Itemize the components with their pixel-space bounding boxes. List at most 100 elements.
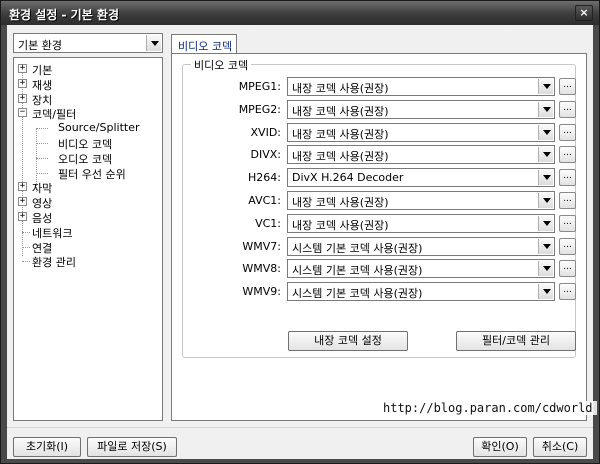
expand-icon[interactable]: +: [18, 64, 27, 73]
expand-icon[interactable]: +: [18, 197, 27, 207]
tree-connector: [36, 128, 48, 130]
codec-select[interactable]: 내장 코덱 사용(권장): [287, 99, 555, 119]
footer-divider: [7, 427, 593, 428]
close-icon: ×: [579, 6, 589, 19]
chevron-down-icon[interactable]: [538, 284, 553, 300]
codec-options-button[interactable]: ...: [559, 260, 576, 278]
codec-label: WMV8:: [242, 262, 281, 276]
tree-connector: [22, 231, 30, 233]
preset-combo-value: 기본 환경: [18, 39, 62, 52]
chevron-down-icon[interactable]: [538, 170, 553, 186]
codec-label: VC1:: [255, 216, 281, 230]
codec-select[interactable]: 시스템 기본 코덱 사용(권장): [287, 236, 555, 256]
tree-item-label: 기본: [32, 64, 53, 77]
settings-window: 환경 설정 - 기본 환경 × 기본 환경 + 기본 + 재생 + 장치 − 코덱/필터 Sou…: [0, 0, 600, 464]
codec-select[interactable]: 내장 코덱 사용(권장): [287, 122, 555, 142]
cancel-button[interactable]: 취소(C): [533, 437, 587, 457]
filter-codec-manage-label: 필터/코덱 관리: [482, 334, 550, 347]
ok-label: 확인(O): [481, 440, 519, 453]
codec-select-value: 시스템 기본 코덱 사용(권장): [292, 287, 423, 301]
builtin-codec-settings-label: 내장 코덱 설정: [314, 334, 382, 347]
codec-select-value: 내장 코덱 사용(권장): [292, 104, 389, 118]
codec-label: H264:: [248, 171, 281, 185]
codec-select-value: DivX H.264 Decoder: [292, 171, 404, 185]
codec-options-button[interactable]: ...: [559, 123, 576, 141]
codec-options-button[interactable]: ...: [559, 237, 576, 255]
group-title: 비디오 코덱: [191, 57, 252, 73]
codec-options-button[interactable]: ...: [559, 283, 576, 301]
codec-options-button[interactable]: ...: [559, 146, 576, 164]
ok-button[interactable]: 확인(O): [473, 437, 527, 457]
chevron-down-icon[interactable]: [538, 124, 553, 140]
codec-options-button[interactable]: ...: [559, 78, 576, 95]
settings-tree[interactable]: + 기본 + 재생 + 장치 − 코덱/필터 Source/Splitter 비디오 코덱 오디오 …: [13, 57, 163, 421]
tree-item-label: 자막: [32, 182, 53, 196]
tree-connector: [36, 172, 48, 174]
dialog-client-area: 기본 환경 + 기본 + 재생 + 장치 − 코덱/필터 Source/Splitter 비디오 …: [7, 25, 597, 459]
builtin-codec-settings-button[interactable]: 내장 코덱 설정: [288, 331, 408, 351]
save-to-file-label: 파일로 저장(S): [97, 440, 167, 453]
codec-select-value: 시스템 기본 코덱 사용(권장): [292, 241, 423, 255]
codec-select[interactable]: 시스템 기본 코덱 사용(권장): [287, 259, 555, 279]
codec-label: MPEG2:: [238, 102, 281, 116]
codec-options-button[interactable]: ...: [559, 192, 576, 209]
tree-connector: [22, 246, 30, 248]
tab-video-codec[interactable]: 비디오 코덱: [171, 34, 237, 54]
tree-item-label: 재생: [32, 78, 53, 92]
expand-icon[interactable]: +: [18, 78, 27, 88]
collapse-icon[interactable]: −: [18, 108, 27, 118]
chevron-down-icon[interactable]: [538, 193, 553, 208]
tab-panel: 비디오 코덱 MPEG1: 내장 코덱 사용(권장)... MPEG2: 내장 코덱 …: [171, 53, 587, 421]
chevron-down-icon[interactable]: [538, 215, 553, 231]
title-bar[interactable]: 환경 설정 - 기본 환경 ×: [1, 1, 599, 25]
codec-label: DIVX:: [250, 148, 281, 162]
codec-select[interactable]: 내장 코덱 사용(권장): [287, 145, 555, 165]
expand-icon[interactable]: +: [18, 212, 27, 221]
chevron-down-icon[interactable]: [538, 101, 553, 117]
video-codec-group: 비디오 코덱 MPEG1: 내장 코덱 사용(권장)... MPEG2: 내장 코덱 …: [182, 57, 576, 358]
codec-options-button[interactable]: ...: [559, 100, 576, 118]
chevron-down-icon[interactable]: [538, 79, 553, 94]
tree-item-label: 오디오 코덱: [58, 152, 113, 166]
reset-label: 초기화(I): [25, 440, 69, 453]
chevron-down-icon[interactable]: [538, 261, 553, 277]
codec-select-value: 내장 코덱 사용(권장): [292, 218, 389, 232]
tree-item-label: 장치: [32, 93, 53, 107]
reset-button[interactable]: 초기화(I): [13, 437, 81, 457]
preset-combo[interactable]: 기본 환경: [13, 33, 163, 53]
chevron-down-icon[interactable]: [538, 147, 553, 163]
codec-select-value: 내장 코덱 사용(권장): [292, 150, 389, 164]
codec-options-button[interactable]: ...: [559, 214, 576, 232]
codec-options-button[interactable]: ...: [559, 169, 576, 187]
tree-item-label: 코덱/필터: [32, 108, 77, 122]
close-button[interactable]: ×: [575, 5, 593, 21]
filter-codec-manage-button[interactable]: 필터/코덱 관리: [456, 331, 576, 351]
codec-select[interactable]: 내장 코덱 사용(권장): [287, 191, 555, 210]
cancel-label: 취소(C): [541, 440, 579, 453]
expand-icon[interactable]: +: [18, 182, 27, 192]
codec-select[interactable]: 내장 코덱 사용(권장): [287, 213, 555, 233]
tree-item-label: 비디오 코덱: [58, 138, 113, 151]
tree-item-label: 네트워크: [32, 226, 73, 240]
tree-item-label: 환경 관리: [32, 256, 76, 270]
codec-select[interactable]: 시스템 기본 코덱 사용(권장): [287, 282, 555, 302]
chevron-down-icon[interactable]: [538, 238, 553, 254]
tree-item-label: 필터 우선 순위: [58, 167, 126, 181]
chevron-down-icon[interactable]: [146, 35, 161, 51]
tab-label: 비디오 코덱: [178, 40, 233, 53]
tree-item-label: Source/Splitter: [58, 121, 140, 135]
tree-item-label: 음성: [32, 212, 53, 225]
save-to-file-button[interactable]: 파일로 저장(S): [87, 437, 177, 457]
codec-select[interactable]: 내장 코덱 사용(권장): [287, 77, 555, 96]
tree-connector: [36, 143, 48, 144]
expand-icon[interactable]: +: [18, 93, 27, 103]
codec-label: WMV7:: [242, 239, 281, 253]
tree-connector: [22, 261, 30, 263]
codec-select[interactable]: DivX H.264 Decoder: [287, 168, 555, 188]
codec-select-value: 내장 코덱 사용(권장): [292, 127, 389, 141]
codec-label: MPEG1:: [238, 80, 281, 93]
codec-select-value: 내장 코덱 사용(권장): [292, 82, 389, 95]
codec-label: AVC1:: [248, 194, 281, 207]
tree-item-label: 연결: [32, 241, 53, 255]
tree-connector: [36, 157, 48, 159]
